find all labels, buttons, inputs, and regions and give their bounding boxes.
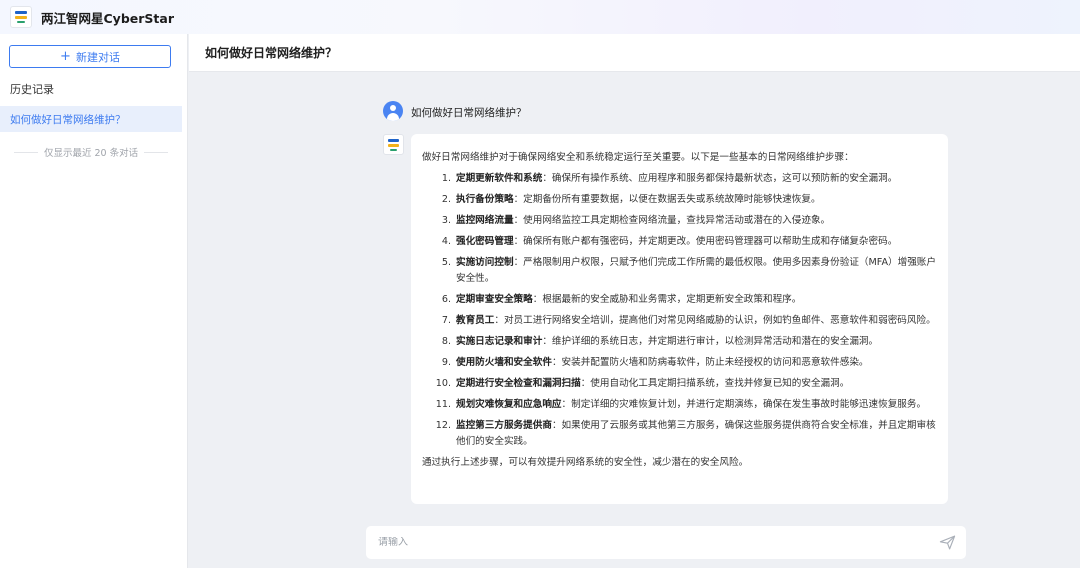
list-item: 4. 强化密码管理：确保所有账户都有强密码，并定期更改。使用密码管理器可以帮助生成… bbox=[441, 236, 898, 247]
plus-icon: + bbox=[60, 49, 71, 64]
top-bar: 两江智网星CyberStar bbox=[0, 0, 1080, 34]
list-item: 9. 使用防火墙和安全软件：安装并配置防火墙和防病毒软件，防止未经授权的访问和恶意… bbox=[441, 357, 869, 368]
list-item: 2. 执行备份策略：定期备份所有重要数据，以便在数据丢失或系统故障时能够快速恢复。 bbox=[441, 194, 821, 205]
list-item: 6. 定期审查安全策略：根据最新的安全威胁和业务需求，定期更新安全政策和程序。 bbox=[441, 294, 802, 305]
history-item[interactable]: 如何做好日常网络维护？ bbox=[0, 106, 182, 132]
chat-input[interactable] bbox=[378, 537, 918, 548]
bot-outro: 通过执行上述步骤，可以有效提升网络系统的安全性，减少潜在的安全风险。 bbox=[422, 457, 749, 468]
new-chat-button[interactable]: + 新建对话 bbox=[9, 45, 171, 68]
user-message: 如何做好日常网络维护？ bbox=[411, 107, 527, 119]
list-item: 1. 定期更新软件和系统：确保所有操作系统、应用程序和服务都保持最新状态，这可以预… bbox=[441, 173, 898, 184]
history-note-text: 仅显示最近 20 条对话 bbox=[43, 148, 139, 159]
list-item: 12. 监控第三方服务提供商：如果使用了云服务或其他第三方服务，确保这些服务提供商… bbox=[435, 420, 936, 447]
list-item: 8. 实施日志记录和审计：维护详细的系统日志，并定期进行审计，以检测异常活动和潜在… bbox=[441, 336, 879, 347]
steps-list: 1. 定期更新软件和系统：确保所有操作系统、应用程序和服务都保持最新状态，这可以预… bbox=[422, 171, 936, 450]
history-note: 仅显示最近 20 条对话 bbox=[14, 145, 169, 159]
cyberstar-logo-icon bbox=[10, 6, 32, 28]
list-item: 3. 监控网络流量：使用网络监控工具定期检查网络流量，查找异常活动或潜在的入侵迹象… bbox=[441, 215, 831, 226]
history-label: 历史记录 bbox=[10, 83, 54, 96]
list-item: 11. 规划灾难恢复和应急响应：制定详细的灾难恢复计划，并进行定期演练，确保在发生… bbox=[435, 399, 927, 410]
user-avatar-icon bbox=[383, 101, 403, 121]
chat-title: 如何做好日常网络维护？ bbox=[189, 34, 1080, 72]
list-item: 5. 实施访问控制：严格限制用户权限，只赋予他们完成工作所需的最低权限。使用多因素… bbox=[441, 257, 936, 284]
list-item: 10. 定期进行安全检查和漏洞扫描：使用自动化工具定期扫描系统，查找并修复已知的安… bbox=[435, 378, 850, 389]
chat-input-box bbox=[366, 526, 966, 559]
new-chat-label: 新建对话 bbox=[75, 50, 120, 64]
bot-intro: 做好日常网络维护对于确保网络安全和系统稳定运行至关重要。以下是一些基本的日常网络… bbox=[422, 152, 854, 163]
sidebar: + 新建对话 历史记录 如何做好日常网络维护？ 仅显示最近 20 条对话 bbox=[0, 34, 188, 568]
list-item: 7. 教育员工：对员工进行网络安全培训，提高他们对常见网络威胁的认识，例如钓鱼邮件… bbox=[441, 315, 936, 326]
send-icon[interactable] bbox=[939, 534, 956, 551]
app-title: 两江智网星CyberStar bbox=[41, 10, 174, 26]
bot-avatar-icon bbox=[383, 134, 404, 155]
bot-message: 做好日常网络维护对于确保网络安全和系统稳定运行至关重要。以下是一些基本的日常网络… bbox=[411, 134, 948, 504]
